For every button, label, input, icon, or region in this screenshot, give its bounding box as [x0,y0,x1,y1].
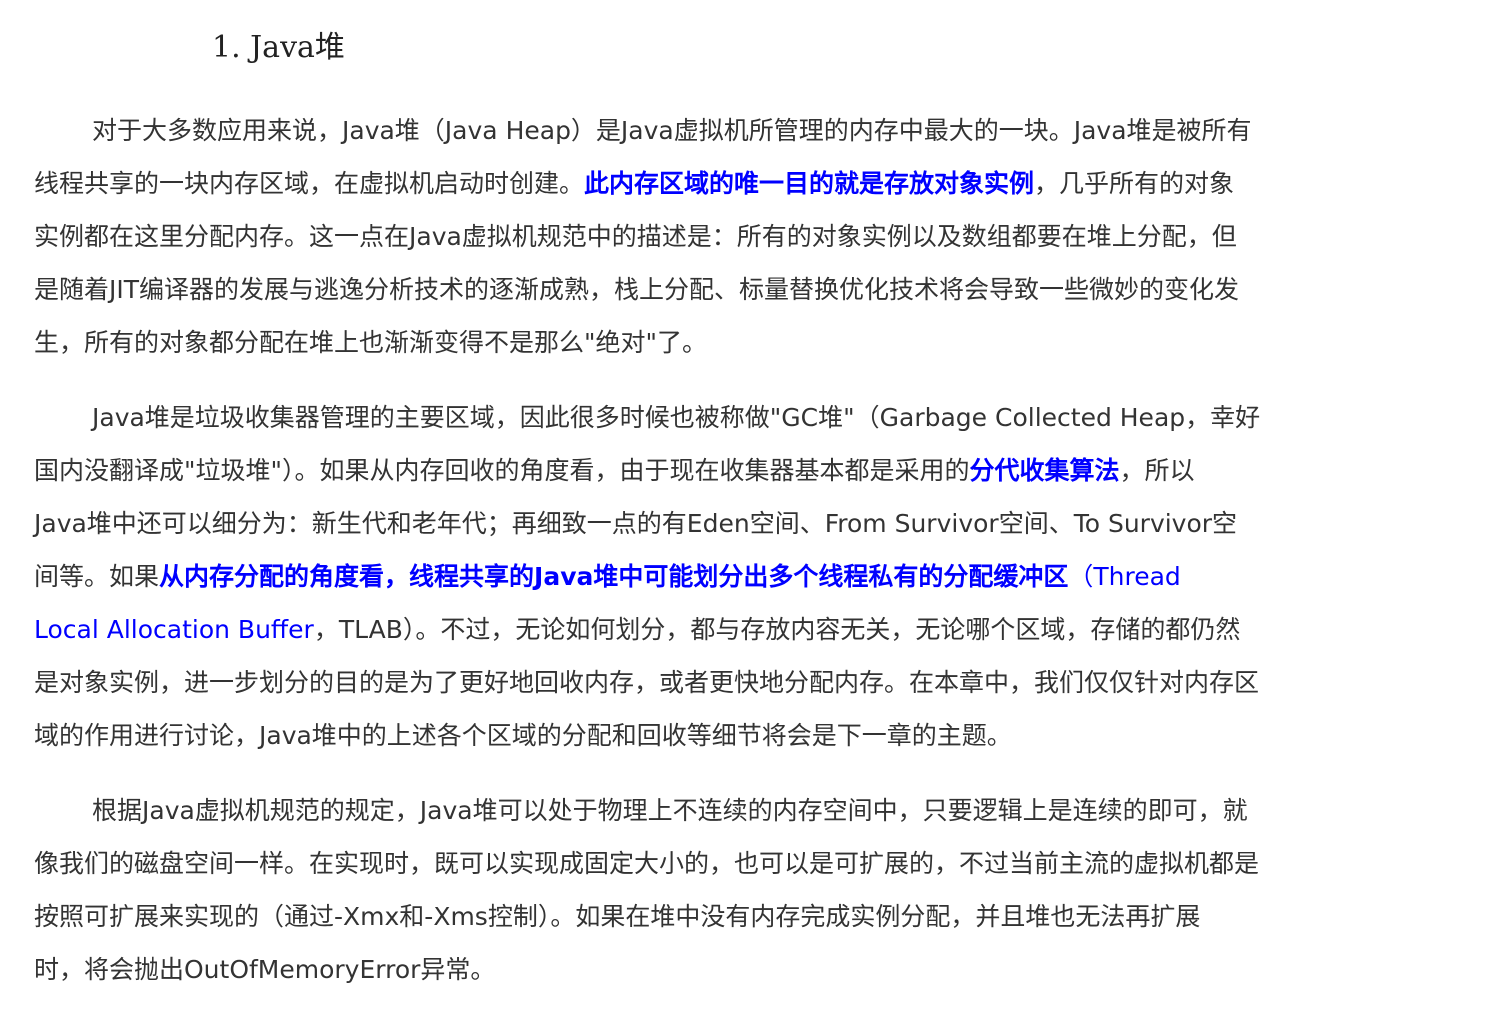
text-segment: ，TLAB）。不过，无论如何划分，都与存放内容无关，无论哪个区域，存储的都仍然 [313,615,1241,644]
text-line: 线程共享的一块内存区域，在虚拟机启动时创建。此内存区域的唯一目的就是存放对象实例… [34,157,1474,210]
text-segment: Java堆是垃圾收集器管理的主要区域，因此很多时候也被称做"GC堆"（Garba… [92,403,1261,432]
text-segment: 时，将会抛出OutOfMemoryError异常。 [34,955,496,984]
text-line: Java堆是垃圾收集器管理的主要区域，因此很多时候也被称做"GC堆"（Garba… [34,391,1474,444]
text-segment: ，几乎所有的对象 [1034,169,1235,198]
text-segment: 根据Java虚拟机规范的规定，Java堆可以处于物理上不连续的内存空间中，只要逻… [92,796,1248,825]
text-segment: 按照可扩展来实现的（通过-Xmx和-Xms控制）。如果在堆中没有内存完成实例分配… [34,902,1201,931]
paragraph: 根据Java虚拟机规范的规定，Java堆可以处于物理上不连续的内存空间中，只要逻… [34,784,1474,996]
text-segment: 国内没翻译成"垃圾堆"）。如果从内存回收的角度看，由于现在收集器基本都是采用的 [34,456,970,485]
text-line: Local Allocation Buffer，TLAB）。不过，无论如何划分，… [34,603,1474,656]
text-segment: 生，所有的对象都分配在堆上也渐渐变得不是那么"绝对"了。 [34,328,708,357]
text-segment: 域的作用进行讨论，Java堆中的上述各个区域的分配和回收等细节将会是下一章的主题… [34,721,1012,750]
text-line: 生，所有的对象都分配在堆上也渐渐变得不是那么"绝对"了。 [34,316,1474,369]
highlighted-text: 分代收集算法 [969,456,1120,485]
text-segment: 间等。如果 [34,562,160,591]
text-line: 像我们的磁盘空间一样。在实现时，既可以实现成固定大小的，也可以是可扩展的，不过当… [34,837,1474,890]
text-line: 是随着JIT编译器的发展与逃逸分析技术的逐渐成熟，栈上分配、标量替换优化技术将会… [34,263,1474,316]
document-body: 对于大多数应用来说，Java堆（Java Heap）是Java虚拟机所管理的内存… [34,104,1474,1018]
text-segment: ，所以 [1119,456,1195,485]
text-segment: 实例都在这里分配内存。这一点在Java虚拟机规范中的描述是：所有的对象实例以及数… [34,222,1237,251]
highlighted-text: 此内存区域的唯一目的就是存放对象实例 [584,169,1035,198]
text-line: 按照可扩展来实现的（通过-Xmx和-Xms控制）。如果在堆中没有内存完成实例分配… [34,890,1474,943]
text-line: 实例都在这里分配内存。这一点在Java虚拟机规范中的描述是：所有的对象实例以及数… [34,210,1474,263]
text-line: 时，将会抛出OutOfMemoryError异常。 [34,943,1474,996]
text-segment: 对于大多数应用来说，Java堆（Java Heap）是Java虚拟机所管理的内存… [92,116,1252,145]
text-line: 域的作用进行讨论，Java堆中的上述各个区域的分配和回收等细节将会是下一章的主题… [34,709,1474,762]
highlighted-text: （Thread [1068,562,1181,591]
text-line: 根据Java虚拟机规范的规定，Java堆可以处于物理上不连续的内存空间中，只要逻… [34,784,1474,837]
text-segment: 是对象实例，进一步划分的目的是为了更好地回收内存，或者更快地分配内存。在本章中，… [34,668,1260,697]
highlighted-text: Local Allocation Buffer [34,615,314,644]
paragraph: Java堆是垃圾收集器管理的主要区域，因此很多时候也被称做"GC堆"（Garba… [34,391,1474,762]
text-line: 对于大多数应用来说，Java堆（Java Heap）是Java虚拟机所管理的内存… [34,104,1474,157]
section-title: 1. Java堆 [212,30,345,65]
text-segment: 像我们的磁盘空间一样。在实现时，既可以实现成固定大小的，也可以是可扩展的，不过当… [34,849,1260,878]
text-segment: 线程共享的一块内存区域，在虚拟机启动时创建。 [34,169,585,198]
highlighted-text: 从内存分配的角度看，线程共享的Java堆中可能划分出多个线程私有的分配缓冲区 [159,562,1069,591]
text-segment: Java堆中还可以细分为：新生代和老年代；再细致一点的有Eden空间、From … [34,509,1238,538]
text-line: 间等。如果从内存分配的角度看，线程共享的Java堆中可能划分出多个线程私有的分配… [34,550,1474,603]
text-line: Java堆中还可以细分为：新生代和老年代；再细致一点的有Eden空间、From … [34,497,1474,550]
text-line: 是对象实例，进一步划分的目的是为了更好地回收内存，或者更快地分配内存。在本章中，… [34,656,1474,709]
paragraph: 对于大多数应用来说，Java堆（Java Heap）是Java虚拟机所管理的内存… [34,104,1474,369]
text-line: 国内没翻译成"垃圾堆"）。如果从内存回收的角度看，由于现在收集器基本都是采用的分… [34,444,1474,497]
text-segment: 是随着JIT编译器的发展与逃逸分析技术的逐渐成熟，栈上分配、标量替换优化技术将会… [34,275,1240,304]
